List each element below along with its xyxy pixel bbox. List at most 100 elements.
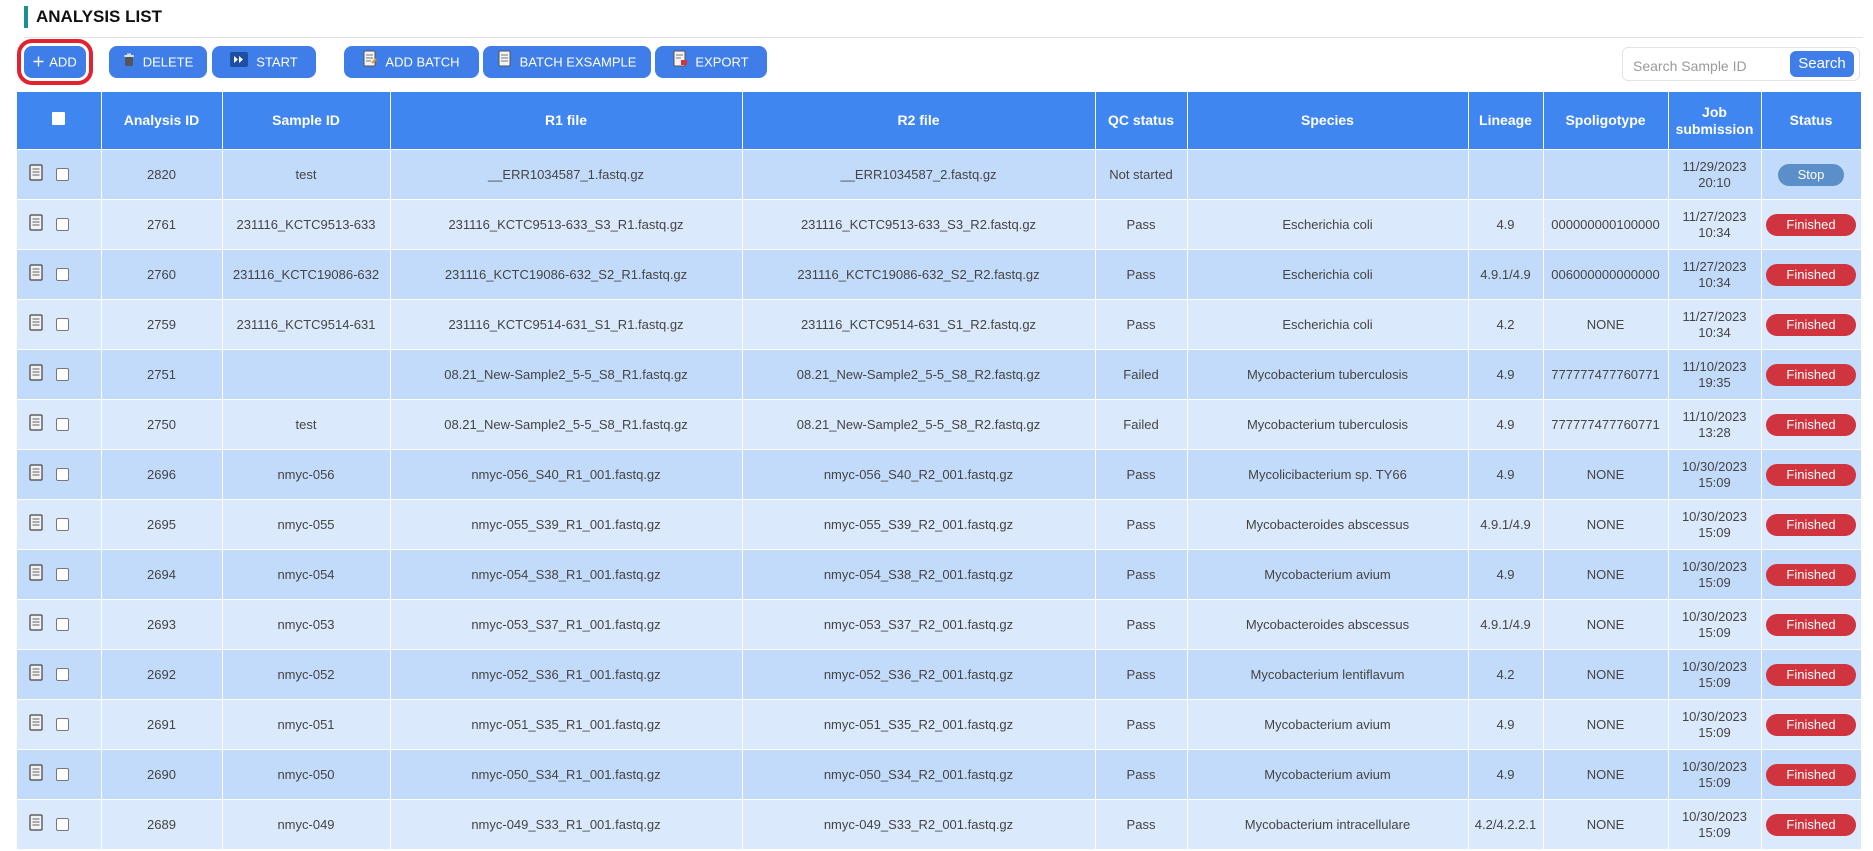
stop-button[interactable]: Stop <box>1778 163 1844 186</box>
analysis-id-cell: 2694 <box>101 549 223 600</box>
row-checkbox[interactable] <box>56 268 69 281</box>
lineage-cell: 4.2/4.2.2.1 <box>1468 799 1544 849</box>
r1-file-cell: nmyc-049_S33_R1_001.fastq.gz <box>390 799 743 849</box>
job-submission-time: 15:09 <box>1698 674 1731 690</box>
table-row[interactable]: 2695 nmyc-055 nmyc-055_S39_R1_001.fastq.gz… <box>17 499 1862 550</box>
job-submission-time: 10:34 <box>1698 224 1731 240</box>
document-icon[interactable] <box>29 214 44 235</box>
select-all-checkbox[interactable] <box>52 112 66 125</box>
qc-status-cell: Pass <box>1095 649 1188 700</box>
species-cell: Mycobacterium avium <box>1187 699 1469 750</box>
add-button-label: ADD <box>49 54 77 70</box>
qc-status-cell: Failed <box>1095 349 1188 400</box>
spoligotype-cell: NONE <box>1543 449 1669 500</box>
job-submission-cell: 11/27/2023 10:34 <box>1668 299 1762 350</box>
document-export-icon <box>673 47 688 79</box>
status-badge: Finished <box>1766 263 1856 286</box>
document-icon[interactable] <box>29 764 44 785</box>
row-checkbox[interactable] <box>56 768 69 781</box>
row-checkbox[interactable] <box>56 468 69 481</box>
r1-file-cell: nmyc-053_S37_R1_001.fastq.gz <box>390 599 743 650</box>
col-status: Status <box>1761 92 1862 150</box>
table-row[interactable]: 2691 nmyc-051 nmyc-051_S35_R1_001.fastq.gz… <box>17 699 1862 750</box>
row-checkbox[interactable] <box>56 568 69 581</box>
status-cell: Stop <box>1761 149 1862 200</box>
col-lineage: Lineage <box>1468 92 1544 150</box>
document-icon[interactable] <box>29 464 44 485</box>
start-button[interactable]: START <box>212 46 316 78</box>
r2-file-cell: 08.21_New-Sample2_5-5_S8_R2.fastq.gz <box>742 399 1096 450</box>
document-icon[interactable] <box>29 514 44 535</box>
lineage-cell: 4.9.1/4.9 <box>1468 599 1544 650</box>
document-icon[interactable] <box>29 664 44 685</box>
add-batch-button[interactable]: ADD BATCH <box>344 46 479 78</box>
table-row[interactable]: 2760 231116_KCTC19086-632 231116_KCTC19086… <box>17 249 1862 300</box>
job-submission-cell: 10/30/2023 15:09 <box>1668 449 1762 500</box>
select-all-header <box>17 92 102 150</box>
lineage-cell: 4.9.1/4.9 <box>1468 249 1544 300</box>
species-cell: Mycobacteroides abscessus <box>1187 499 1469 550</box>
table-row[interactable]: 2750 test 08.21_New-Sample2_5-5_S8_R1.fast… <box>17 399 1862 450</box>
job-submission-date: 10/30/2023 <box>1681 758 1748 774</box>
row-actions <box>17 649 102 700</box>
document-icon[interactable] <box>29 314 44 335</box>
document-icon[interactable] <box>29 364 44 385</box>
export-button[interactable]: EXPORT <box>655 46 767 78</box>
row-checkbox[interactable] <box>56 618 69 631</box>
table-row[interactable]: 2690 nmyc-050 nmyc-050_S34_R1_001.fastq.gz… <box>17 749 1862 800</box>
document-icon[interactable] <box>29 164 44 185</box>
row-checkbox[interactable] <box>56 518 69 531</box>
document-icon[interactable] <box>29 614 44 635</box>
status-badge: Finished <box>1766 413 1856 436</box>
table-row[interactable]: 2759 231116_KCTC9514-631 231116_KCTC9514-6… <box>17 299 1862 350</box>
table-row[interactable]: 2693 nmyc-053 nmyc-053_S37_R1_001.fastq.gz… <box>17 599 1862 650</box>
table-row[interactable]: 2694 nmyc-054 nmyc-054_S38_R1_001.fastq.gz… <box>17 549 1862 600</box>
document-icon[interactable] <box>29 264 44 285</box>
job-submission-date: 10/30/2023 <box>1681 558 1748 574</box>
search-button[interactable]: Search <box>1790 51 1854 77</box>
species-cell: Mycobacterium tuberculosis <box>1187 399 1469 450</box>
search-input[interactable] <box>1631 54 1777 78</box>
delete-button[interactable]: DELETE <box>109 46 207 78</box>
species-cell: Mycolicibacterium sp. TY66 <box>1187 449 1469 500</box>
table-row[interactable]: 2761 231116_KCTC9513-633 231116_KCTC9513-6… <box>17 199 1862 250</box>
document-icon[interactable] <box>29 814 44 835</box>
analysis-id-cell: 2760 <box>101 249 223 300</box>
row-checkbox[interactable] <box>56 168 69 181</box>
row-checkbox[interactable] <box>56 818 69 831</box>
col-spoligotype: Spoligotype <box>1543 92 1669 150</box>
document-icon[interactable] <box>29 414 44 435</box>
row-actions <box>17 499 102 550</box>
table-row[interactable]: 2692 nmyc-052 nmyc-052_S36_R1_001.fastq.gz… <box>17 649 1862 700</box>
document-edit-icon <box>363 47 378 79</box>
search-box: Search <box>1622 47 1860 81</box>
row-checkbox[interactable] <box>56 318 69 331</box>
row-actions <box>17 699 102 750</box>
lineage-cell: 4.9.1/4.9 <box>1468 499 1544 550</box>
table-row[interactable]: 2696 nmyc-056 nmyc-056_S40_R1_001.fastq.gz… <box>17 449 1862 500</box>
job-submission-date: 11/29/2023 <box>1682 158 1747 174</box>
row-checkbox[interactable] <box>56 668 69 681</box>
lineage-cell: 4.9 <box>1468 399 1544 450</box>
row-checkbox[interactable] <box>56 418 69 431</box>
document-icon[interactable] <box>29 564 44 585</box>
table-row[interactable]: 2820 test __ERR1034587_1.fastq.gz __ERR1034… <box>17 149 1862 200</box>
col-r2-file: R2 file <box>742 92 1096 150</box>
qc-status-cell: Pass <box>1095 299 1188 350</box>
row-checkbox[interactable] <box>56 368 69 381</box>
sample-id-cell <box>222 349 391 400</box>
row-checkbox[interactable] <box>56 718 69 731</box>
batch-example-button[interactable]: BATCH EXSAMPLE <box>483 46 651 78</box>
trash-icon <box>123 47 135 79</box>
delete-button-label: DELETE <box>142 54 194 70</box>
document-icon[interactable] <box>29 714 44 735</box>
species-cell: Mycobacterium tuberculosis <box>1187 349 1469 400</box>
analysis-id-cell: 2751 <box>101 349 223 400</box>
row-checkbox[interactable] <box>56 218 69 231</box>
table-row[interactable]: 2689 nmyc-049 nmyc-049_S33_R1_001.fastq.gz… <box>17 799 1862 849</box>
status-badge: Finished <box>1766 763 1856 786</box>
row-actions <box>17 249 102 300</box>
r2-file-cell: nmyc-051_S35_R2_001.fastq.gz <box>742 699 1096 750</box>
table-row[interactable]: 2751 08.21_New-Sample2_5-5_S8_R1.fastq.gz… <box>17 349 1862 400</box>
add-button[interactable]: ADD <box>17 39 93 85</box>
